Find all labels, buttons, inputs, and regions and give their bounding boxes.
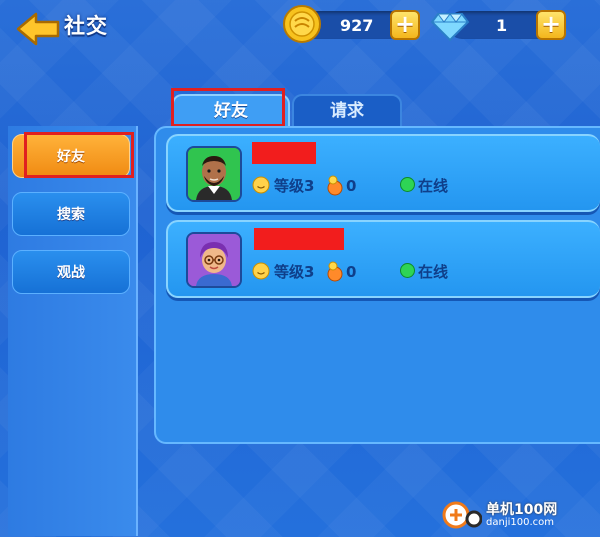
friend-level: 等级3 [274, 177, 315, 195]
coin-count: 927 [340, 16, 374, 35]
tab-friends[interactable]: 好友 [172, 94, 290, 128]
friend-status: 在线 [418, 177, 449, 195]
friend-level: 等级3 [274, 263, 315, 281]
online-status-dot [400, 263, 415, 278]
friend-points: 0 [346, 263, 357, 281]
sidebar-item-friends[interactable]: 好友 [12, 134, 130, 178]
sidebar-item-spectate[interactable]: 观战 [12, 250, 130, 294]
watermark: 单机100网 danji100.com [442, 499, 592, 531]
friend-status: 在线 [418, 263, 449, 281]
level-smiley-icon [252, 176, 270, 194]
add-gems-button[interactable]: + [536, 10, 566, 40]
watermark-brand: 单机100网 [486, 502, 558, 518]
friend-name-redacted [254, 228, 344, 250]
add-coins-button[interactable]: + [390, 10, 420, 40]
watermark-url: danji100.com [486, 517, 554, 528]
friend-card[interactable]: 等级3 0 在线 [166, 134, 600, 212]
sidebar [8, 126, 138, 536]
friend-name-redacted [252, 142, 316, 164]
points-icon [327, 261, 343, 282]
avatar [186, 232, 242, 288]
page-title: 社交 [64, 14, 108, 38]
friend-card[interactable]: 等级3 0 在线 [166, 220, 600, 298]
back-arrow-icon[interactable] [14, 10, 62, 48]
gem-count: 1 [496, 16, 508, 35]
friend-points: 0 [346, 177, 357, 195]
avatar [186, 146, 242, 202]
tab-requests[interactable]: 请求 [292, 94, 402, 128]
gem-icon [430, 13, 470, 42]
sidebar-item-search[interactable]: 搜索 [12, 192, 130, 236]
level-smiley-icon [252, 262, 270, 280]
points-icon [327, 175, 343, 196]
online-status-dot [400, 177, 415, 192]
watermark-logo-icon [442, 501, 482, 529]
coin-icon [283, 5, 321, 43]
avatar-girl-icon [188, 234, 240, 286]
avatar-man-icon [188, 148, 240, 200]
